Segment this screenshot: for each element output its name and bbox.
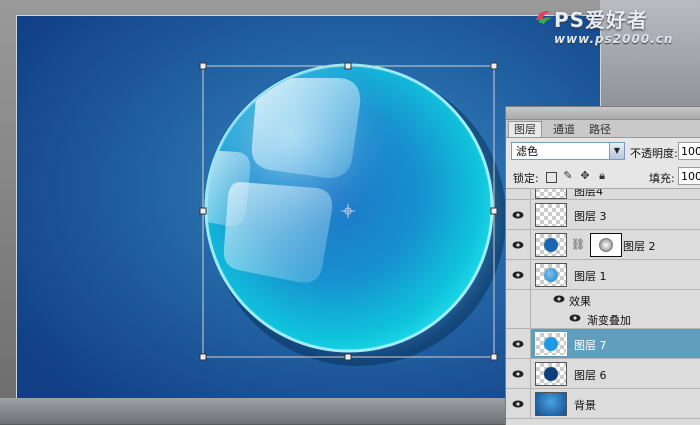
- blend-mode-select[interactable]: 滤色 ▼: [511, 142, 625, 160]
- panel-title-bar[interactable]: [506, 107, 700, 120]
- mask-shape: [599, 238, 613, 252]
- eye-cell: [506, 260, 531, 289]
- layer-name: 图层 2: [623, 240, 656, 253]
- brush-lock-icon[interactable]: ✎: [562, 170, 574, 182]
- transparency-lock-icon[interactable]: [546, 172, 557, 183]
- layer-name: 背景: [574, 399, 596, 412]
- padlock-icon[interactable]: 🔒︎: [596, 170, 608, 182]
- layer-row[interactable]: 背景: [506, 389, 700, 419]
- layer-thumbnail: [535, 233, 567, 257]
- lock-row: 锁定: ✎ ✥ 🔒︎ 填充: 100: [506, 166, 700, 189]
- visibility-eye-icon[interactable]: [512, 210, 524, 220]
- eye-cell: [506, 329, 531, 358]
- eye-cell: [506, 189, 531, 199]
- layer-name: 图层 1: [574, 270, 607, 283]
- layer-row[interactable]: 图层 3: [506, 200, 700, 230]
- watermark: PS爱好者 www.ps2000.cn: [534, 2, 700, 52]
- opacity-input[interactable]: 100: [678, 142, 700, 160]
- layer-mask-thumbnail[interactable]: [590, 233, 622, 257]
- watermark-logo-icon: [536, 11, 552, 24]
- eye-cell: [506, 309, 531, 328]
- layer-name: 图层4: [574, 189, 603, 198]
- layer-thumbnail-shape: [544, 268, 558, 282]
- layer-row[interactable]: ⛓ 图层 2: [506, 230, 700, 260]
- visibility-eye-icon[interactable]: [512, 270, 524, 280]
- link-chain-icon[interactable]: ⛓: [571, 238, 585, 251]
- fill-label: 填充:: [649, 172, 675, 185]
- opacity-label: 不透明度:: [630, 147, 678, 160]
- lock-label: 锁定:: [513, 172, 539, 185]
- tab-layers[interactable]: 图层: [508, 121, 542, 137]
- watermark-title: PS爱好者: [554, 8, 649, 32]
- layers-panel: 图层 通道 路径 滤色 ▼ 不透明度: 100 锁定: ✎ ✥ 🔒︎ 填充: 1…: [505, 106, 700, 425]
- layer-thumbnail-shape: [544, 367, 558, 381]
- layer-thumbnail-shape: [544, 238, 558, 252]
- eye-cell: [506, 359, 531, 388]
- layer-thumbnail: [535, 392, 567, 416]
- visibility-eye-icon[interactable]: [569, 313, 581, 323]
- visibility-eye-icon[interactable]: [553, 294, 565, 304]
- layer-thumbnail: [535, 189, 567, 199]
- gradient-overlay-label: 渐变叠加: [587, 314, 631, 327]
- layer-row[interactable]: 图层 6: [506, 359, 700, 389]
- layer-name: 图层 3: [574, 210, 607, 223]
- layer-thumbnail: [535, 362, 567, 386]
- layer-thumbnail: [535, 263, 567, 287]
- visibility-eye-icon[interactable]: [512, 339, 524, 349]
- tab-paths[interactable]: 路径: [584, 122, 616, 137]
- chevron-down-icon[interactable]: ▼: [609, 143, 624, 159]
- blend-mode-value: 滤色: [516, 145, 538, 158]
- eye-cell: [506, 200, 531, 229]
- fill-input[interactable]: 100: [678, 167, 700, 185]
- eye-cell: [506, 290, 531, 309]
- eye-cell: [506, 389, 531, 418]
- layer-row-selected[interactable]: 图层 7: [506, 329, 700, 359]
- move-lock-icon[interactable]: ✥: [579, 170, 591, 182]
- effect-row[interactable]: 渐变叠加: [506, 309, 700, 329]
- effects-row[interactable]: 效果: [506, 290, 700, 309]
- layer-thumbnail: [535, 332, 567, 356]
- layer-thumbnail: [535, 203, 567, 227]
- blend-row: 滤色 ▼ 不透明度: 100: [506, 138, 700, 166]
- panel-tabs: 图层 通道 路径: [506, 120, 700, 138]
- effects-label: 效果: [569, 295, 591, 308]
- layer-row[interactable]: 图层4: [506, 189, 700, 200]
- eye-cell: [506, 230, 531, 259]
- visibility-eye-icon[interactable]: [512, 369, 524, 379]
- layer-row[interactable]: 图层 1: [506, 260, 700, 290]
- visibility-eye-icon[interactable]: [512, 399, 524, 409]
- layer-name: 图层 7: [574, 339, 607, 352]
- layer-list: 图层4 图层 3 ⛓ 图层 2 图层 1 效果 渐变叠加 图层 7 图层 6 背…: [506, 189, 700, 419]
- watermark-url: www.ps2000.cn: [554, 32, 674, 46]
- layer-name: 图层 6: [574, 369, 607, 382]
- layer-thumbnail-shape: [544, 337, 558, 351]
- visibility-eye-icon[interactable]: [512, 240, 524, 250]
- tab-channels[interactable]: 通道: [548, 122, 580, 137]
